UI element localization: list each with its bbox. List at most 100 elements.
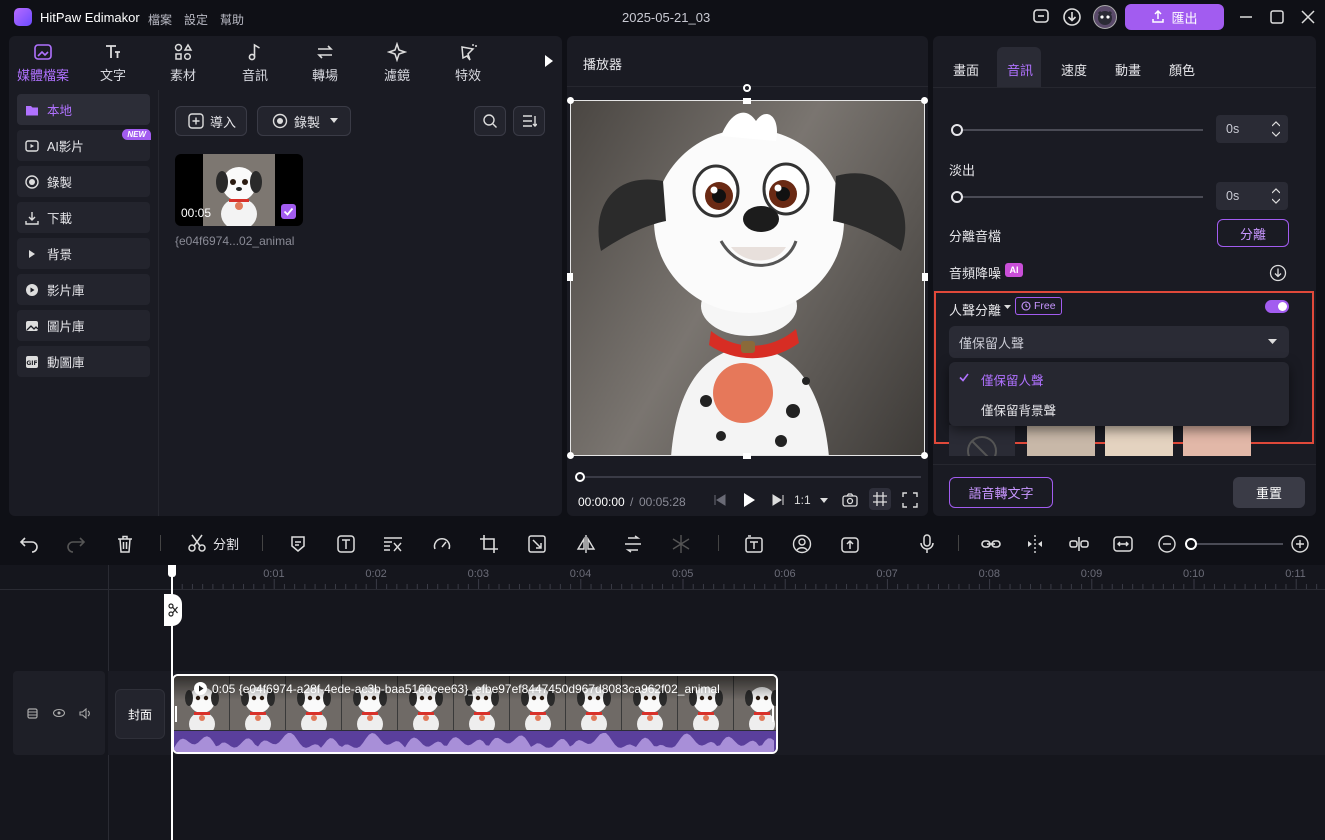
crop-handle-top[interactable] [743, 98, 751, 104]
prev-frame-icon[interactable] [713, 493, 727, 507]
mirror-icon[interactable] [576, 534, 596, 554]
fade-out-slider-knob[interactable] [951, 191, 963, 203]
menu-settings[interactable]: 設定 [184, 11, 208, 28]
selected-checkbox[interactable] [281, 204, 296, 219]
speed-gauge-icon[interactable] [432, 534, 452, 554]
tab-media[interactable]: 媒體檔案 [13, 42, 73, 86]
speech-to-text-button[interactable]: 語音轉文字 [949, 477, 1053, 508]
tab-audio[interactable]: 音訊 [225, 42, 285, 86]
audio-settings-scroll[interactable]: 0s 淡出 0s 分離音檔 分離 音頻降噪 AI 人聲分離 Free 僅保留人聲 [933, 88, 1316, 456]
stepper-arrows-icon[interactable] [1272, 188, 1280, 204]
playhead-handle[interactable] [168, 565, 176, 577]
zoom-out-icon[interactable] [1157, 534, 1177, 554]
crop-handle-right[interactable] [922, 273, 928, 281]
crop-handle-left[interactable] [567, 273, 573, 281]
fullscreen-icon[interactable] [902, 492, 918, 508]
export-button[interactable]: 匯出 [1125, 4, 1224, 30]
sidebar-item-gif-library[interactable]: GIF 動圖庫 [17, 346, 150, 377]
playback-progress-knob[interactable] [575, 472, 585, 482]
next-frame-icon[interactable] [771, 493, 785, 507]
tab-transitions[interactable]: 轉場 [295, 42, 355, 86]
tab-color[interactable]: 顏色 [1169, 60, 1195, 79]
feedback-icon[interactable] [1031, 7, 1051, 27]
resize-icon[interactable] [527, 534, 547, 554]
zoom-in-icon[interactable] [1290, 534, 1310, 554]
separate-audio-button[interactable]: 分離 [1217, 219, 1289, 247]
fade-in-input[interactable]: 0s [1216, 115, 1288, 143]
menu-file[interactable]: 檔案 [148, 11, 172, 28]
sidebar-item-local[interactable]: 本地 [17, 94, 150, 125]
fade-out-slider-track[interactable] [957, 196, 1203, 198]
caret-down-icon[interactable] [1004, 305, 1011, 310]
crop-handle-top-left[interactable] [567, 97, 574, 104]
sidebar-item-image-library[interactable]: 圖片庫 [17, 310, 150, 341]
video-clip[interactable]: 0:05 {e04f6974-a28f-4ede-ac3b-baa5160cee… [172, 674, 778, 754]
user-avatar[interactable] [1093, 5, 1117, 29]
snapshot-icon[interactable] [842, 492, 858, 508]
crop-handle-top-right[interactable] [921, 97, 928, 104]
stepper-arrows-icon[interactable] [1272, 121, 1280, 137]
mask-icon[interactable] [288, 534, 308, 554]
vocal-separation-toggle[interactable] [1265, 300, 1289, 313]
search-button[interactable] [474, 106, 506, 136]
reset-button[interactable]: 重置 [1233, 477, 1305, 508]
playhead-split-icon[interactable] [164, 594, 182, 626]
playback-progress-track[interactable] [579, 476, 921, 478]
sidebar-item-ai-video[interactable]: AI影片 NEW [17, 129, 151, 161]
tab-audio-settings[interactable]: 音訊 [1007, 60, 1033, 79]
sidebar-item-download[interactable]: 下載 [17, 202, 150, 233]
cover-button[interactable]: 封面 [115, 689, 165, 739]
snap-icon[interactable] [1025, 534, 1045, 554]
ratio-caret-icon[interactable] [820, 498, 828, 503]
link-icon[interactable] [981, 534, 1001, 554]
sidebar-item-video-library[interactable]: 影片庫 [17, 274, 150, 305]
preset-none-thumb[interactable] [949, 425, 1015, 456]
sidebar-item-record[interactable]: 錄製 [17, 166, 150, 197]
zoom-slider-knob[interactable] [1185, 538, 1197, 550]
minimize-icon[interactable] [1237, 8, 1255, 26]
film-lock-icon[interactable] [27, 708, 38, 719]
tab-text[interactable]: 文字 [83, 42, 143, 86]
tab-effects[interactable]: 特效 [438, 42, 498, 86]
clip-trim-handle-left[interactable] [175, 706, 177, 722]
fade-out-input[interactable]: 0s [1216, 182, 1288, 210]
crop-handle-bottom-left[interactable] [567, 452, 574, 459]
cut-silence-icon[interactable] [383, 534, 403, 554]
rotate-handle[interactable] [743, 84, 751, 92]
grid-toggle-button[interactable] [869, 488, 891, 510]
menu-help[interactable]: 幫助 [220, 11, 244, 28]
auto-subtitle-icon[interactable] [744, 534, 764, 554]
freeze-icon[interactable] [671, 534, 691, 554]
crop-handle-bottom-right[interactable] [921, 452, 928, 459]
text-box-icon[interactable] [336, 534, 356, 554]
crop-handle-bottom[interactable] [743, 453, 751, 459]
close-icon[interactable] [1299, 8, 1317, 26]
video-preview[interactable] [570, 100, 925, 456]
maximize-icon[interactable] [1268, 8, 1286, 26]
download-circle-icon[interactable] [1062, 7, 1082, 27]
ratio-value[interactable]: 1:1 [794, 493, 811, 507]
vocal-option-background-only[interactable]: 僅保留背景聲 [981, 400, 1056, 419]
fade-in-slider-track[interactable] [957, 129, 1203, 131]
fade-in-slider-knob[interactable] [951, 124, 963, 136]
tab-speed[interactable]: 速度 [1061, 60, 1087, 79]
microphone-icon[interactable] [917, 534, 937, 554]
play-icon[interactable] [742, 492, 756, 508]
split-button[interactable]: 分割 [187, 533, 239, 553]
undo-icon[interactable] [19, 534, 39, 554]
sort-button[interactable] [513, 106, 545, 136]
zoom-slider-track[interactable] [1190, 543, 1283, 545]
redo-icon[interactable] [66, 534, 86, 554]
time-ruler[interactable] [172, 565, 1325, 589]
preset-person-thumb[interactable] [1105, 425, 1173, 456]
delete-icon[interactable] [115, 534, 135, 554]
download-model-icon[interactable] [1269, 264, 1287, 282]
preset-person-thumb[interactable] [1027, 425, 1095, 456]
flip-icon[interactable] [623, 534, 643, 554]
upload-box-icon[interactable] [840, 534, 860, 554]
tabs-more-arrow-icon[interactable] [544, 54, 554, 68]
vocal-option-vocals-only[interactable]: 僅保留人聲 [981, 370, 1044, 389]
tab-visual[interactable]: 畫面 [953, 60, 979, 79]
record-dropdown-button[interactable]: 錄製 [257, 106, 351, 136]
crop-icon[interactable] [479, 534, 499, 554]
